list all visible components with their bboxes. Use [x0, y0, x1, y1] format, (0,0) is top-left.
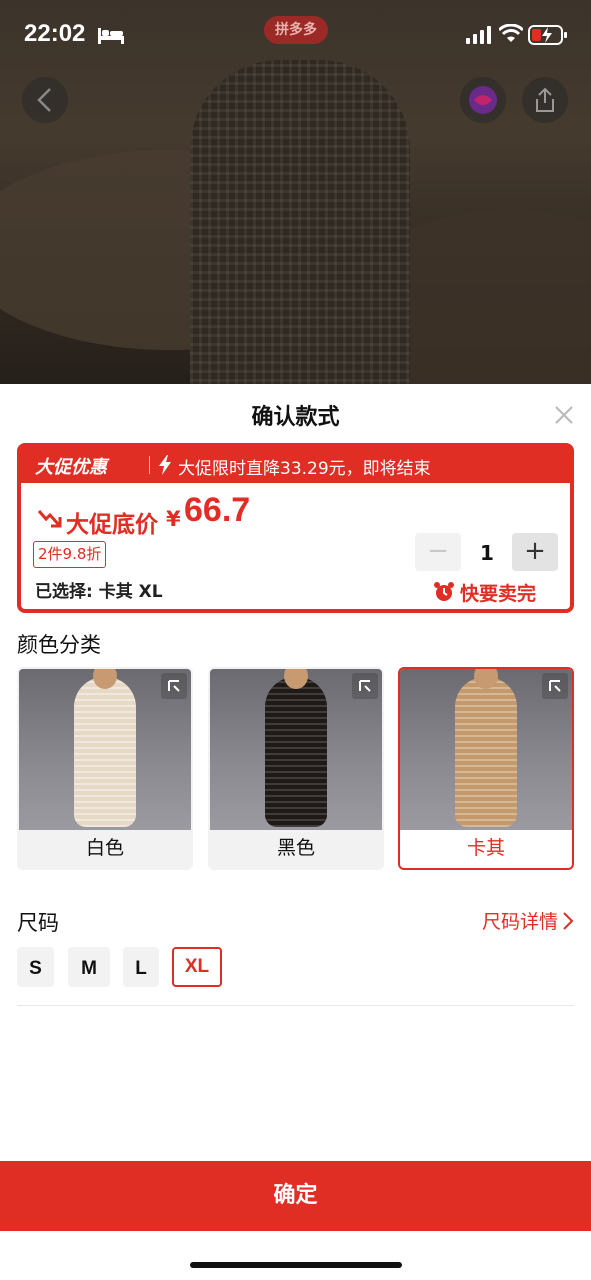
color-option-image: [400, 669, 572, 830]
alarm-clock-icon: [434, 582, 454, 601]
promo-box: 大促优惠 大促限时直降33.29元，即将结束 大促底价 ¥ 66.7 2件9.8…: [17, 443, 574, 613]
bolt-icon: [159, 455, 171, 475]
share-icon: [536, 87, 554, 112]
color-option-image: [19, 669, 191, 830]
status-time: 22:02: [24, 20, 86, 47]
size-guide-link[interactable]: 尺码详情: [482, 907, 558, 934]
battery-icon: [528, 25, 567, 45]
size-section-label: 尺码: [17, 911, 59, 935]
color-option-khaki[interactable]: 卡其: [398, 667, 574, 870]
promo-divider: [149, 456, 150, 474]
expand-icon[interactable]: [161, 673, 187, 699]
trend-down-icon: [37, 510, 62, 528]
section-divider: [17, 1005, 574, 1006]
color-section-label: 颜色分类: [17, 633, 101, 657]
quantity-value[interactable]: 1: [467, 541, 507, 565]
signal-icon: [466, 26, 491, 44]
price-value: 66.7: [184, 491, 251, 529]
wifi-icon: [499, 24, 523, 42]
promo-header: 大促优惠 大促限时直降33.29元，即将结束: [21, 447, 570, 483]
confirm-button[interactable]: 确定: [0, 1161, 591, 1231]
size-option-l[interactable]: L: [123, 947, 159, 987]
color-option-image: [210, 669, 382, 830]
price-label: 大促底价: [66, 512, 158, 538]
promo-message: 大促限时直降33.29元，即将结束: [178, 459, 431, 479]
app-badge: 拼多多: [264, 16, 328, 44]
promo-tag: 大促优惠: [35, 457, 107, 478]
color-option-white[interactable]: 白色: [17, 667, 193, 870]
close-icon[interactable]: [553, 404, 575, 426]
sku-selection-sheet: 确认款式 大促优惠 大促限时直降33.29元，即将结束 大促底价 ¥ 66.7 …: [0, 384, 591, 1280]
status-bar: 22:02 拼多多: [0, 0, 591, 62]
share-button[interactable]: [522, 77, 568, 123]
avatar-icon: [469, 86, 497, 114]
size-option-xl[interactable]: XL: [172, 947, 222, 987]
chevron-right-icon[interactable]: [562, 911, 574, 931]
home-indicator: [190, 1262, 402, 1268]
bed-icon: [98, 28, 124, 44]
sheet-title: 确认款式: [251, 405, 340, 430]
back-button[interactable]: [22, 77, 68, 123]
color-option-label: 白色: [85, 837, 124, 859]
color-option-label: 卡其: [466, 837, 505, 859]
selling-fast-label: 快要卖完: [460, 583, 537, 605]
size-option-s[interactable]: S: [17, 947, 54, 987]
price-currency: ¥: [166, 507, 181, 531]
discount-tag: 2件9.8折: [33, 541, 107, 568]
size-option-m[interactable]: M: [68, 947, 110, 987]
back-arrow-icon: [37, 88, 51, 112]
selected-summary: 已选择: 卡其 XL: [35, 582, 163, 602]
expand-icon[interactable]: [542, 673, 568, 699]
color-option-black[interactable]: 黑色: [208, 667, 384, 870]
quantity-increment-button[interactable]: +: [512, 533, 558, 571]
avatar-button[interactable]: [460, 77, 506, 123]
expand-icon[interactable]: [352, 673, 378, 699]
color-option-label: 黑色: [276, 837, 315, 859]
quantity-decrement-button[interactable]: −: [415, 533, 461, 571]
